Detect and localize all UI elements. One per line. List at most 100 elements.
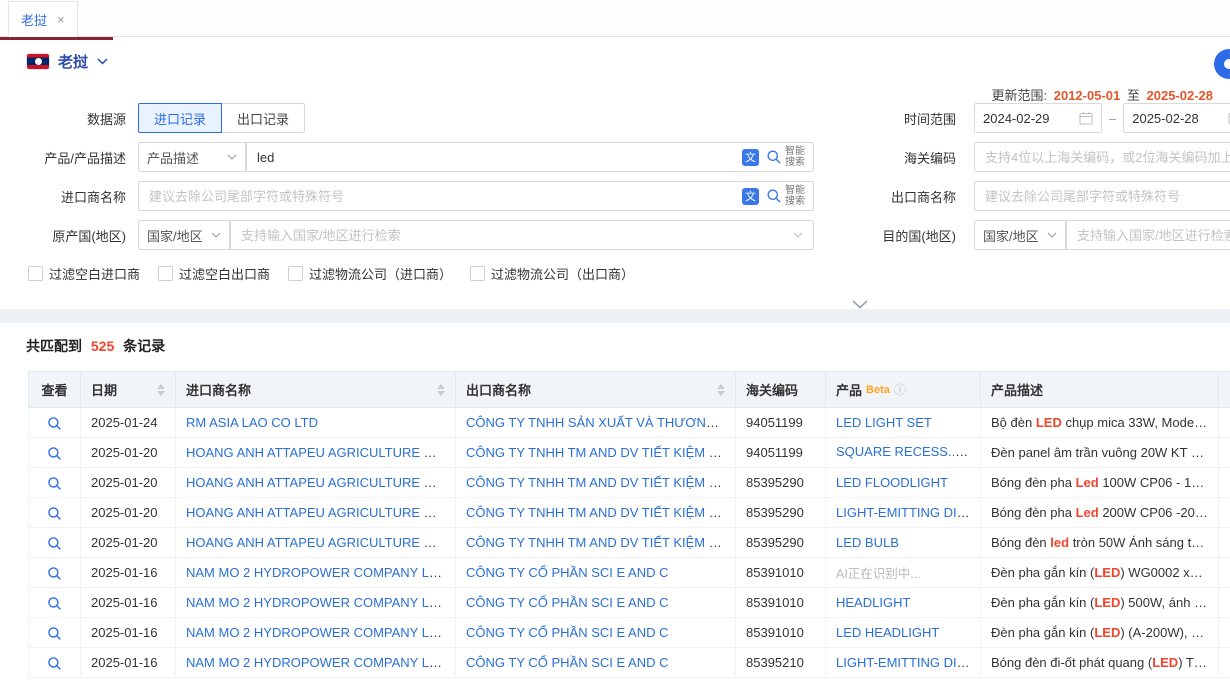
- date-from-input[interactable]: 2024-02-29: [974, 103, 1102, 133]
- exporter-link[interactable]: CÔNG TY TNHH TM AND DV TIẾT KIỆM NĂ...: [466, 535, 736, 550]
- checkbox-filter-blank-exporter[interactable]: 过滤空白出口商: [158, 264, 270, 283]
- tab-export-records[interactable]: 出口记录: [221, 103, 305, 133]
- filter-panel: 数据源 进口记录 出口记录 时间范围 2024-02-29: [0, 103, 1230, 283]
- product-link[interactable]: AI正在识别中...: [836, 567, 921, 581]
- importer-link[interactable]: HOANG ANH ATTAPEU AGRICULTURE DEVE...: [186, 475, 456, 490]
- description-cell: Bóng đèn đi-ốt phát quang (LED) TR...: [981, 648, 1219, 678]
- checkbox-icon: [470, 266, 485, 281]
- smart-search-button[interactable]: 智能搜索: [766, 185, 807, 207]
- importer-name-input[interactable]: [139, 182, 736, 210]
- product-desc-input[interactable]: [247, 143, 736, 171]
- results-count: 525: [91, 338, 114, 354]
- checkbox-filter-logistics-importer[interactable]: 过滤物流公司（进口商）: [288, 264, 452, 283]
- description-cell: Đèn pha gắn kín (LED) (A-200W), dù...: [981, 618, 1219, 648]
- view-record-icon[interactable]: [47, 536, 62, 551]
- view-cell: [29, 408, 81, 438]
- importer-link[interactable]: NAM MO 2 HYDROPOWER COMPANY LIMI...: [186, 655, 456, 670]
- importer-link[interactable]: NAM MO 2 HYDROPOWER COMPANY LIMI...: [186, 565, 456, 580]
- results-panel: 共匹配到 525 条记录 查看 日期: [0, 323, 1230, 678]
- product-cell: LIGHT-EMITTING DIO...: [826, 648, 981, 678]
- view-record-icon[interactable]: [47, 656, 62, 671]
- exporter-link[interactable]: CÔNG TY CỔ PHẦN SCI E AND C: [466, 595, 669, 610]
- col-description: 产品描述: [981, 372, 1219, 408]
- view-record-icon[interactable]: [47, 416, 62, 431]
- country-selector[interactable]: 老挝: [0, 37, 1230, 81]
- view-record-icon[interactable]: [47, 566, 62, 581]
- hscode-cell: 85395290: [736, 468, 826, 498]
- origin-country-input[interactable]: [231, 221, 793, 249]
- product-link[interactable]: SQUARE RECESS...: [836, 444, 968, 459]
- sort-icons[interactable]: [157, 384, 165, 396]
- chevron-down-icon[interactable]: [793, 232, 803, 238]
- cut-cell: [1219, 438, 1230, 468]
- table-row: 2025-01-20 HOANG ANH ATTAPEU AGRICULTURE…: [29, 438, 1230, 468]
- exporter-link[interactable]: CÔNG TY CỔ PHẦN SCI E AND C: [466, 625, 669, 640]
- translate-icon[interactable]: 文: [742, 188, 759, 205]
- exporter-cell: CÔNG TY TNHH TM AND DV TIẾT KIỆM NĂ...: [456, 528, 736, 558]
- date-to-input[interactable]: 2025-02-28: [1123, 103, 1230, 133]
- view-cell: [29, 438, 81, 468]
- translate-icon[interactable]: 文: [742, 149, 759, 166]
- importer-link[interactable]: HOANG ANH ATTAPEU AGRICULTURE DEVE...: [186, 505, 456, 520]
- col-date[interactable]: 日期: [81, 372, 176, 408]
- cut-cell: [1219, 648, 1230, 678]
- view-record-icon[interactable]: [47, 446, 62, 461]
- importer-link[interactable]: HOANG ANH ATTAPEU AGRICULTURE DEVE...: [186, 445, 456, 460]
- view-record-icon[interactable]: [47, 596, 62, 611]
- col-hscode: 海关编码: [736, 372, 826, 408]
- tab-laos[interactable]: 老挝 ×: [8, 1, 78, 37]
- product-field-select[interactable]: 产品描述: [138, 142, 246, 172]
- exporter-cell: CÔNG TY TNHH SẢN XUẤT VÀ THƯƠNG M...: [456, 408, 736, 438]
- close-tab-icon[interactable]: ×: [57, 13, 65, 26]
- smart-search-icon: [766, 188, 782, 204]
- importer-cell: HOANG ANH ATTAPEU AGRICULTURE DEVE...: [176, 438, 456, 468]
- product-link[interactable]: LED BULB: [836, 535, 899, 550]
- info-icon[interactable]: ⓘ: [894, 381, 906, 398]
- product-link[interactable]: LED HEADLIGHT: [836, 625, 939, 640]
- checkbox-filter-logistics-exporter[interactable]: 过滤物流公司（出口商）: [470, 264, 634, 283]
- view-cell: [29, 618, 81, 648]
- filter-checkbox-row: 过滤空白进口商 过滤空白出口商 过滤物流公司（进口商） 过滤物流公司（出口商）: [0, 263, 1230, 283]
- collapse-filter-toggle[interactable]: [843, 296, 877, 312]
- exporter-link[interactable]: CÔNG TY TNHH TM AND DV TIẾT KIỆM NĂ...: [466, 445, 736, 460]
- origin-country-type-select[interactable]: 国家/地区: [138, 220, 230, 250]
- product-link[interactable]: LIGHT-EMITTING DIO...: [836, 655, 978, 670]
- importer-link[interactable]: RM ASIA LAO CO LTD: [186, 415, 318, 430]
- chevron-down-icon: [227, 154, 237, 160]
- sort-icons[interactable]: [717, 384, 725, 396]
- tab-import-records[interactable]: 进口记录: [138, 103, 222, 133]
- importer-link[interactable]: HOANG ANH ATTAPEU AGRICULTURE DEVE...: [186, 535, 456, 550]
- description-cell: Đèn pha gắn kín (LED) 500W, ánh sá...: [981, 588, 1219, 618]
- view-record-icon[interactable]: [47, 626, 62, 641]
- hs-code-input[interactable]: [974, 142, 1230, 172]
- dest-country-type-value: 国家/地区: [983, 226, 1039, 245]
- view-record-icon[interactable]: [47, 476, 62, 491]
- exporter-link[interactable]: CÔNG TY TNHH TM AND DV TIẾT KIỆM NĂ...: [466, 475, 736, 490]
- importer-link[interactable]: NAM MO 2 HYDROPOWER COMPANY LIMI...: [186, 625, 456, 640]
- importer-cell: HOANG ANH ATTAPEU AGRICULTURE DEVE...: [176, 498, 456, 528]
- smart-search-button[interactable]: 智能搜索: [766, 146, 807, 168]
- exporter-link[interactable]: CÔNG TY CỔ PHẦN SCI E AND C: [466, 655, 669, 670]
- dest-country-input[interactable]: [1067, 221, 1230, 249]
- product-link[interactable]: LED LIGHT SET: [836, 415, 932, 430]
- exporter-cell: CÔNG TY TNHH TM AND DV TIẾT KIỆM NĂ...: [456, 498, 736, 528]
- view-record-icon[interactable]: [47, 506, 62, 521]
- table-body: 2025-01-24 RM ASIA LAO CO LTD CÔNG TY TN…: [29, 408, 1230, 678]
- exporter-link[interactable]: CÔNG TY TNHH TM AND DV TIẾT KIỆM NĂ...: [466, 505, 736, 520]
- table-row: 2025-01-24 RM ASIA LAO CO LTD CÔNG TY TN…: [29, 408, 1230, 438]
- col-importer[interactable]: 进口商名称: [176, 372, 456, 408]
- checkbox-filter-blank-importer[interactable]: 过滤空白进口商: [28, 264, 140, 283]
- exporter-name-input[interactable]: [974, 181, 1230, 211]
- exporter-link[interactable]: CÔNG TY CỔ PHẦN SCI E AND C: [466, 565, 669, 580]
- product-link[interactable]: LIGHT-EMITTING DIO...: [836, 505, 978, 520]
- more-products-badge[interactable]: + 1: [967, 445, 980, 462]
- filter-row-3: 进口商名称 文 智能搜索: [0, 181, 1230, 211]
- dest-country-type-select[interactable]: 国家/地区: [974, 220, 1066, 250]
- product-link[interactable]: HEADLIGHT: [836, 595, 910, 610]
- importer-link[interactable]: NAM MO 2 HYDROPOWER COMPANY LIMI...: [186, 595, 456, 610]
- view-cell: [29, 648, 81, 678]
- exporter-link[interactable]: CÔNG TY TNHH SẢN XUẤT VÀ THƯƠNG M...: [466, 415, 736, 430]
- product-link[interactable]: LED FLOODLIGHT: [836, 475, 948, 490]
- sort-icons[interactable]: [437, 384, 445, 396]
- col-exporter[interactable]: 出口商名称: [456, 372, 736, 408]
